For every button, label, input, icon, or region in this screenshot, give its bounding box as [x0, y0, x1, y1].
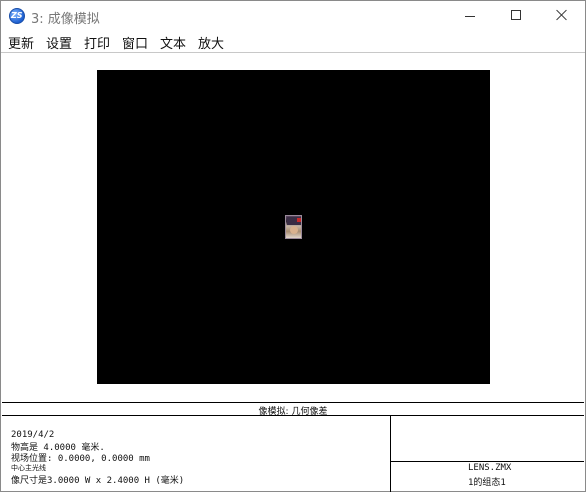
menu-bar: 更新 设置 打印 窗口 文本 放大: [1, 31, 585, 52]
menu-window[interactable]: 窗口: [122, 33, 148, 52]
minimize-icon: [465, 16, 475, 17]
simulated-image-spot: [285, 215, 302, 239]
info-date: 2019/4/2: [11, 430, 55, 440]
spot-red-detail: [297, 218, 301, 222]
menu-text[interactable]: 文本: [160, 33, 186, 52]
zemax-app-icon[interactable]: ZS: [9, 8, 25, 24]
spot-face-detail: [290, 226, 298, 234]
info-panel: 像模拟: 几何像差 2019/4/2 物高是 4.0000 毫米. 视场位置: …: [2, 402, 584, 492]
info-chief-ray: 中心主光线: [11, 464, 46, 472]
imaging-simulation-window: ZS 3: 成像模拟 更新 设置 打印 窗口 文本 放大 像模拟: 几何像差 2…: [0, 0, 586, 492]
panel-title: 像模拟: 几何像差: [258, 407, 328, 417]
window-title: 3: 成像模拟: [31, 12, 100, 27]
maximize-button[interactable]: [493, 1, 539, 31]
close-icon: [553, 5, 571, 25]
panel-divider-vertical: [390, 416, 391, 492]
app-icon-label: ZS: [11, 11, 23, 20]
panel-divider-horizontal: [390, 461, 584, 462]
close-button[interactable]: [539, 1, 585, 31]
menu-zoom[interactable]: 放大: [198, 33, 224, 52]
info-lens-file: LENS.ZMX: [468, 463, 512, 473]
minimize-button[interactable]: [447, 1, 493, 31]
info-configuration: 1的组态1: [468, 478, 506, 488]
title-bar[interactable]: ZS 3: 成像模拟: [1, 1, 585, 31]
panel-title-row: 像模拟: 几何像差: [2, 403, 584, 417]
maximize-icon: [511, 10, 521, 20]
simulated-image-area: [97, 70, 490, 384]
menu-update[interactable]: 更新: [8, 33, 34, 52]
menu-settings[interactable]: 设置: [46, 33, 72, 52]
info-image-size: 像尺寸是3.0000 W x 2.4000 H (毫米): [11, 476, 185, 486]
menu-print[interactable]: 打印: [84, 33, 110, 52]
